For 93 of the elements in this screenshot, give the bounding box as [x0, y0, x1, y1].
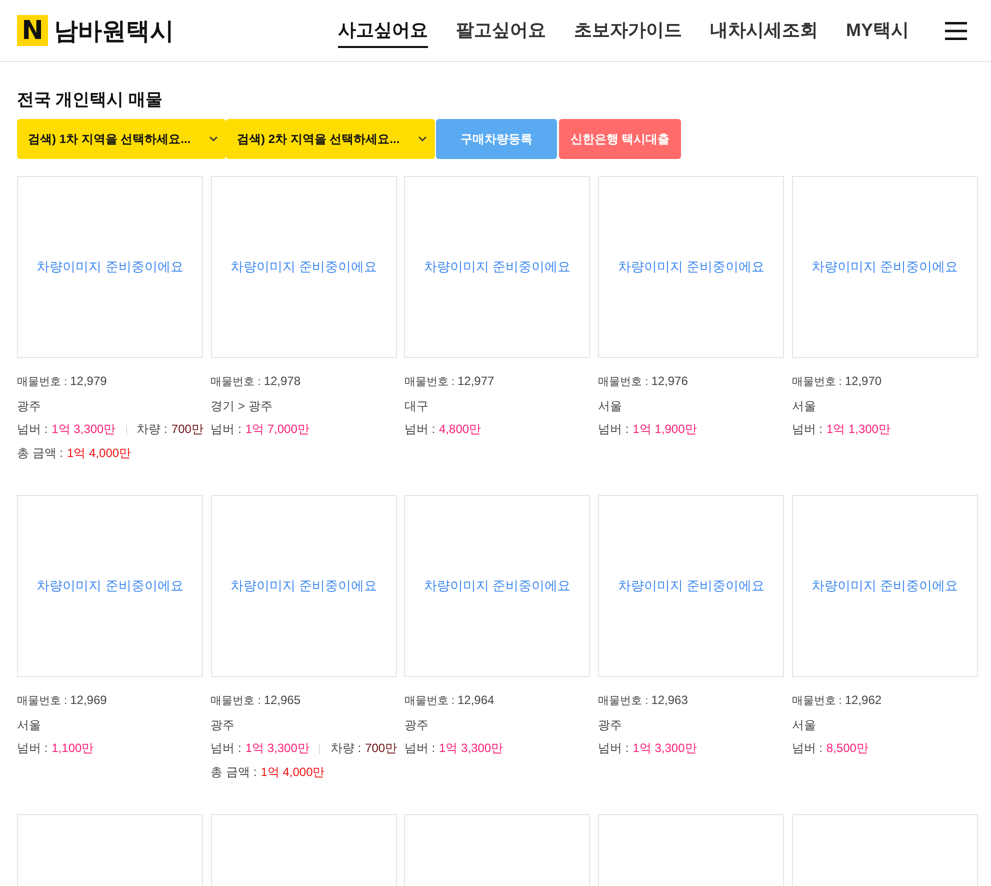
plate-price: 1억 3,300만: [439, 741, 504, 755]
listing-number-label: 매물번호 :: [598, 695, 648, 707]
region-text: 광주: [404, 716, 430, 734]
region-text: 광주: [17, 398, 42, 414]
placeholder-text: 차량이미지 준비중이에요: [36, 258, 184, 276]
listing-number: 12,964: [458, 693, 494, 707]
plate-price: 1억 7,000만: [245, 422, 310, 436]
placeholder-text: 차량이미지 준비중이에요: [811, 577, 958, 595]
placeholder-text: 차량이미지 준비중이에요: [618, 577, 764, 595]
total-price: 1억 4,000만: [260, 764, 325, 778]
region-text: 광주: [210, 716, 236, 734]
vehicle-label: 차량 :: [330, 741, 362, 755]
vehicle-price: 700만: [365, 741, 398, 755]
plate-price: 1,100만: [52, 741, 94, 755]
listing-number-label: 매물번호 :: [598, 376, 648, 388]
plate-price: 1억 3,300만: [245, 741, 310, 755]
image-placeholder[interactable]: 차량이미지 준비중이에요: [210, 495, 397, 677]
plate-label: 넘버 :: [210, 422, 242, 436]
image-placeholder[interactable]: 차량이미지 준비중이에요: [210, 176, 397, 358]
region-text: 서울: [17, 716, 42, 734]
listing-number-label: 매물번호 :: [17, 695, 68, 707]
region-text: 대구: [404, 398, 430, 414]
total-label: 총 금액 :: [210, 764, 257, 778]
listing-number: 12,978: [264, 374, 301, 388]
image-placeholder[interactable]: 차량이미지 준비중이에요: [598, 495, 784, 677]
placeholder-text: 차량이미지 준비중이에요: [811, 258, 958, 276]
placeholder-text: 차량이미지 준비중이에요: [36, 577, 184, 595]
image-placeholder[interactable]: 차량이미지 준비중이에요: [17, 176, 203, 358]
logo-mark[interactable]: N: [17, 15, 48, 46]
plate-label: 넘버 :: [404, 741, 436, 755]
plate-label: 넘버 :: [792, 422, 822, 436]
nav-link[interactable]: 초보자가이드: [574, 14, 682, 48]
nav-link[interactable]: 내차시세조회: [710, 14, 818, 48]
nav-link[interactable]: 팔고싶어요: [456, 14, 546, 48]
listing-number-label: 매물번호 :: [404, 376, 454, 388]
listing-number: 12,970: [844, 374, 882, 388]
image-placeholder[interactable]: 차량이미지 준비중이에요: [792, 495, 978, 677]
listing-number: 12,977: [458, 374, 494, 388]
listing-number: 12,962: [844, 693, 882, 707]
listing-number-label: 매물번호 :: [792, 376, 842, 388]
placeholder-text: 차량이미지 준비중이에요: [230, 577, 377, 595]
image-placeholder[interactable]: 차량이미지 준비중이에요: [404, 495, 590, 677]
plate-label: 넘버 :: [17, 422, 48, 436]
plate-label: 넘버 :: [17, 741, 48, 755]
listing-number: 12,979: [70, 374, 107, 388]
plate-price: 8,500만: [826, 741, 868, 755]
nav-link[interactable]: 사고싶어요: [338, 14, 428, 48]
listing-number: 12,965: [264, 693, 301, 707]
placeholder-text: 차량이미지 준비중이에요: [618, 258, 764, 276]
listing-number: 12,969: [70, 693, 107, 707]
placeholder-text: 차량이미지 준비중이에요: [424, 577, 571, 595]
listing-number: 12,963: [651, 693, 688, 707]
image-placeholder[interactable]: 차량이미지 준비중이에요: [404, 176, 590, 358]
plate-price: 1억 1,900만: [632, 422, 697, 436]
loan-button[interactable]: 신한은행 택시대출: [559, 119, 681, 159]
page-title: 전국 개인택시 매물: [17, 89, 164, 111]
placeholder-text: 차량이미지 준비중이에요: [230, 258, 377, 276]
listing-number-label: 매물번호 :: [210, 695, 261, 707]
plate-label: 넘버 :: [792, 741, 822, 755]
placeholder-text: 차량이미지 준비중이에요: [424, 258, 571, 276]
plate-label: 넘버 :: [598, 741, 629, 755]
logo-text[interactable]: 남바원택시: [54, 14, 174, 46]
region-text: 서울: [792, 398, 817, 414]
image-placeholder[interactable]: 차량이미지 준비중이에요: [598, 176, 784, 358]
region-text: 서울: [792, 716, 817, 734]
listing-number-label: 매물번호 :: [404, 695, 454, 707]
listing-number-label: 매물번호 :: [792, 695, 842, 707]
total-label: 총 금액 :: [17, 446, 64, 460]
listing-number-label: 매물번호 :: [17, 376, 68, 388]
plate-label: 넘버 :: [598, 422, 629, 436]
plate-price: 4,800만: [439, 422, 482, 436]
nav-link[interactable]: MY택시: [846, 14, 909, 48]
plate-label: 넘버 :: [210, 741, 242, 755]
plate-price: 1억 1,300만: [826, 422, 890, 436]
region-text: 광주: [598, 716, 624, 734]
listing-number: 12,976: [651, 374, 688, 388]
image-placeholder[interactable]: 차량이미지 준비중이에요: [17, 495, 203, 677]
total-price: 1억 4,000만: [67, 446, 132, 460]
plate-price: 1억 3,300만: [52, 422, 116, 436]
caret-icon: [418, 136, 427, 142]
region-text: 경기 > 광주: [210, 398, 274, 414]
menu-icon[interactable]: [945, 22, 967, 40]
vehicle-price: 700만: [171, 422, 204, 436]
vehicle-label: 차량 :: [136, 422, 168, 436]
region-select[interactable]: 검색) 2차 지역을 선택하세요...: [226, 119, 435, 159]
register-button[interactable]: 구매차량등록: [436, 119, 557, 159]
plate-label: 넘버 :: [404, 422, 436, 436]
listing-number-label: 매물번호 :: [210, 376, 261, 388]
plate-price: 1억 3,300만: [632, 741, 697, 755]
region-select[interactable]: 검색) 1차 지역을 선택하세요...: [17, 119, 226, 159]
caret-icon: [209, 136, 218, 142]
image-placeholder[interactable]: 차량이미지 준비중이에요: [792, 176, 978, 358]
region-text: 서울: [598, 398, 624, 414]
